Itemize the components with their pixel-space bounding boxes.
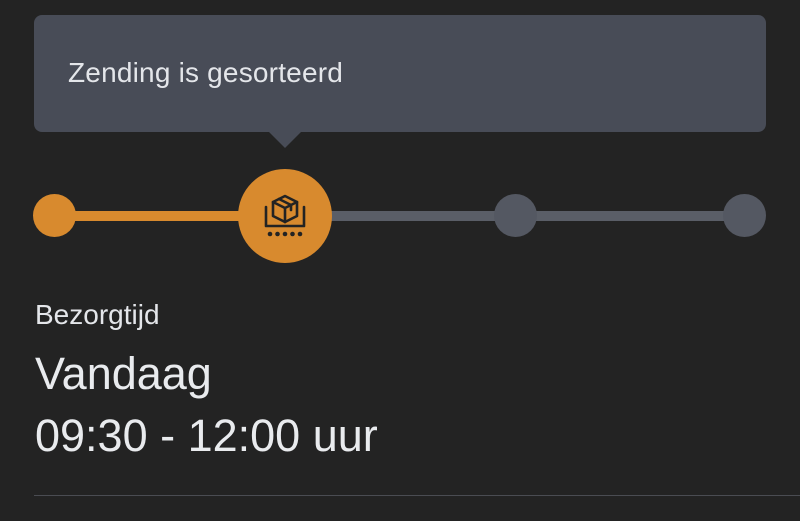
package-on-conveyor-icon <box>264 194 306 237</box>
progress-step-2-current <box>238 169 332 263</box>
delivery-day: Vandaag <box>35 348 212 399</box>
delivery-time-label: Bezorgtijd <box>35 299 160 330</box>
progress-step-4-pending <box>723 194 766 237</box>
progress-step-1-completed <box>33 194 76 237</box>
status-message: Zending is gesorteerd <box>68 57 344 88</box>
progress-step-3-pending <box>494 194 537 237</box>
section-divider <box>34 495 800 496</box>
tooltip-pointer <box>268 131 302 148</box>
status-tooltip: Zending is gesorteerd <box>34 15 766 132</box>
delivery-time-window: 09:30 - 12:00 uur <box>35 410 378 461</box>
